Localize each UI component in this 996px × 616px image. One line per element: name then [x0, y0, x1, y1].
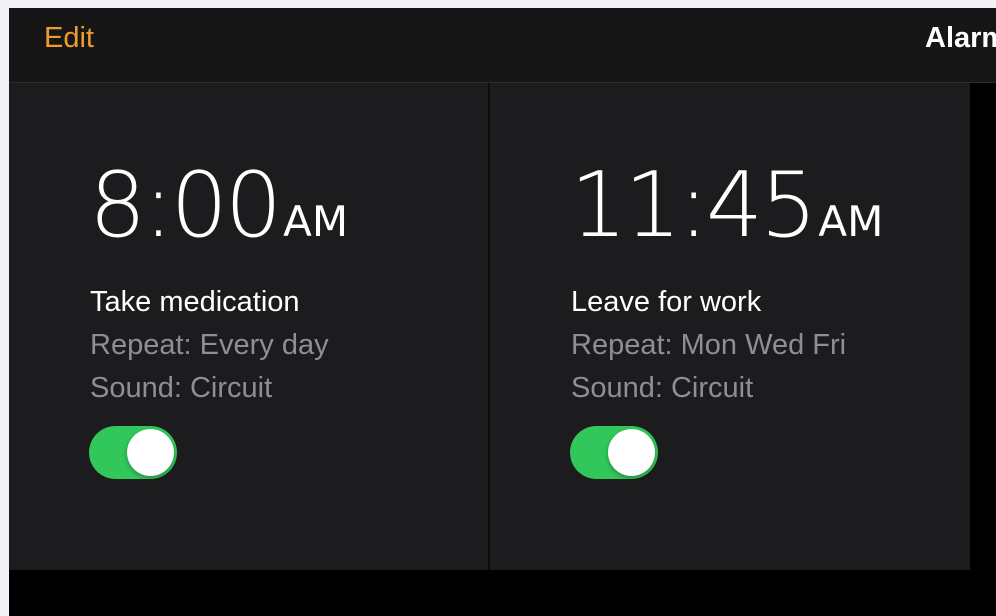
- alarm-repeat: Repeat: Every day: [90, 329, 329, 361]
- alarm-time: 8:00 AM: [89, 161, 348, 251]
- navigation-bar: Edit Alarm: [9, 8, 996, 83]
- alarm-time: 11:45 AM: [570, 161, 883, 251]
- toggle-knob: [608, 429, 655, 476]
- alarm-sound: Sound: Circuit: [571, 372, 754, 404]
- page-title: Alarm: [925, 22, 996, 54]
- alarm-label: Leave for work: [571, 286, 762, 318]
- alarm-screen: Edit Alarm 8:00 AM Take medication Repea…: [9, 8, 996, 616]
- alarm-card[interactable]: 11:45 AM Leave for work Repeat: Mon Wed …: [490, 83, 970, 570]
- alarm-label: Take medication: [90, 286, 300, 318]
- alarm-time-value: 8:00: [89, 153, 282, 258]
- toggle-knob: [127, 429, 174, 476]
- alarm-list: 8:00 AM Take medication Repeat: Every da…: [9, 83, 970, 570]
- alarm-toggle[interactable]: [89, 426, 177, 479]
- alarm-sound: Sound: Circuit: [90, 372, 273, 404]
- alarm-toggle[interactable]: [570, 426, 658, 479]
- edit-button[interactable]: Edit: [44, 22, 94, 55]
- alarm-repeat: Repeat: Mon Wed Fri: [571, 329, 847, 361]
- alarm-time-value: 11:45: [570, 153, 817, 258]
- alarm-time-ampm: AM: [283, 197, 349, 246]
- alarm-time-ampm: AM: [818, 197, 884, 246]
- alarm-card[interactable]: 8:00 AM Take medication Repeat: Every da…: [9, 83, 490, 570]
